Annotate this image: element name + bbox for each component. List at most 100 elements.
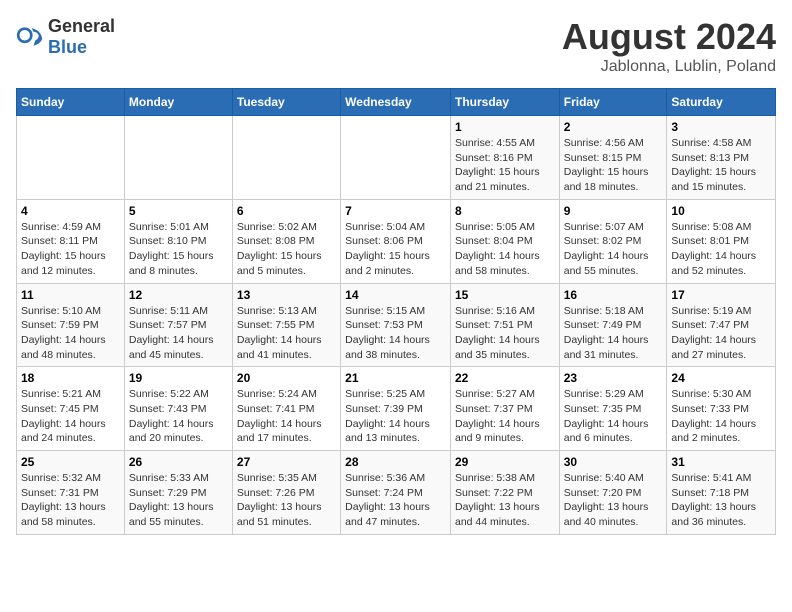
week-row-5: 25 Sunrise: 5:32 AM Sunset: 7:31 PM Dayli…	[17, 451, 776, 535]
day-number: 10	[671, 204, 771, 218]
day-cell	[124, 116, 232, 200]
day-cell: 27 Sunrise: 5:35 AM Sunset: 7:26 PM Dayli…	[232, 451, 340, 535]
day-number: 29	[455, 455, 555, 469]
day-number: 15	[455, 288, 555, 302]
day-number: 14	[345, 288, 446, 302]
day-number: 17	[671, 288, 771, 302]
day-cell: 23 Sunrise: 5:29 AM Sunset: 7:35 PM Dayli…	[559, 367, 667, 451]
day-info: Sunrise: 5:32 AM Sunset: 7:31 PM Dayligh…	[21, 471, 120, 530]
day-number: 19	[129, 371, 228, 385]
day-number: 18	[21, 371, 120, 385]
day-cell: 18 Sunrise: 5:21 AM Sunset: 7:45 PM Dayli…	[17, 367, 125, 451]
day-number: 3	[671, 120, 771, 134]
day-cell	[341, 116, 451, 200]
day-cell: 9 Sunrise: 5:07 AM Sunset: 8:02 PM Daylig…	[559, 199, 667, 283]
weekday-header-tuesday: Tuesday	[232, 89, 340, 116]
day-number: 31	[671, 455, 771, 469]
day-number: 9	[564, 204, 663, 218]
day-number: 6	[237, 204, 336, 218]
day-number: 7	[345, 204, 446, 218]
day-number: 22	[455, 371, 555, 385]
day-info: Sunrise: 5:15 AM Sunset: 7:53 PM Dayligh…	[345, 304, 446, 363]
day-info: Sunrise: 5:29 AM Sunset: 7:35 PM Dayligh…	[564, 387, 663, 446]
day-number: 13	[237, 288, 336, 302]
day-info: Sunrise: 5:10 AM Sunset: 7:59 PM Dayligh…	[21, 304, 120, 363]
day-info: Sunrise: 5:04 AM Sunset: 8:06 PM Dayligh…	[345, 220, 446, 279]
calendar-table: SundayMondayTuesdayWednesdayThursdayFrid…	[16, 88, 776, 535]
day-cell: 5 Sunrise: 5:01 AM Sunset: 8:10 PM Daylig…	[124, 199, 232, 283]
weekday-header-row: SundayMondayTuesdayWednesdayThursdayFrid…	[17, 89, 776, 116]
day-number: 5	[129, 204, 228, 218]
week-row-2: 4 Sunrise: 4:59 AM Sunset: 8:11 PM Daylig…	[17, 199, 776, 283]
day-number: 23	[564, 371, 663, 385]
logo-general: General	[48, 16, 115, 36]
day-cell: 29 Sunrise: 5:38 AM Sunset: 7:22 PM Dayli…	[450, 451, 559, 535]
weekday-header-saturday: Saturday	[667, 89, 776, 116]
day-cell: 19Sunrise: 5:22 AM Sunset: 7:43 PM Dayli…	[124, 367, 232, 451]
day-cell: 30 Sunrise: 5:40 AM Sunset: 7:20 PM Dayli…	[559, 451, 667, 535]
day-info: Sunrise: 4:59 AM Sunset: 8:11 PM Dayligh…	[21, 220, 120, 279]
day-cell: 10 Sunrise: 5:08 AM Sunset: 8:01 PM Dayli…	[667, 199, 776, 283]
week-row-1: 1Sunrise: 4:55 AM Sunset: 8:16 PM Daylig…	[17, 116, 776, 200]
day-cell: 28Sunrise: 5:36 AM Sunset: 7:24 PM Dayli…	[341, 451, 451, 535]
day-info: Sunrise: 4:56 AM Sunset: 8:15 PM Dayligh…	[564, 136, 663, 195]
day-cell: 31 Sunrise: 5:41 AM Sunset: 7:18 PM Dayli…	[667, 451, 776, 535]
day-cell: 25 Sunrise: 5:32 AM Sunset: 7:31 PM Dayli…	[17, 451, 125, 535]
weekday-header-thursday: Thursday	[450, 89, 559, 116]
day-info: Sunrise: 5:40 AM Sunset: 7:20 PM Dayligh…	[564, 471, 663, 530]
day-cell: 2 Sunrise: 4:56 AM Sunset: 8:15 PM Daylig…	[559, 116, 667, 200]
day-cell: 4 Sunrise: 4:59 AM Sunset: 8:11 PM Daylig…	[17, 199, 125, 283]
day-cell: 17 Sunrise: 5:19 AM Sunset: 7:47 PM Dayli…	[667, 283, 776, 367]
day-info: Sunrise: 5:16 AM Sunset: 7:51 PM Dayligh…	[455, 304, 555, 363]
day-number: 4	[21, 204, 120, 218]
day-number: 2	[564, 120, 663, 134]
day-cell: 16Sunrise: 5:18 AM Sunset: 7:49 PM Dayli…	[559, 283, 667, 367]
logo-blue: Blue	[48, 37, 87, 57]
day-info: Sunrise: 5:21 AM Sunset: 7:45 PM Dayligh…	[21, 387, 120, 446]
header: General Blue August 2024 Jablonna, Lubli…	[16, 16, 776, 76]
day-info: Sunrise: 5:41 AM Sunset: 7:18 PM Dayligh…	[671, 471, 771, 530]
logo-text: General Blue	[48, 16, 115, 58]
weekday-header-monday: Monday	[124, 89, 232, 116]
day-cell: 21Sunrise: 5:25 AM Sunset: 7:39 PM Dayli…	[341, 367, 451, 451]
day-number: 26	[129, 455, 228, 469]
weekday-header-friday: Friday	[559, 89, 667, 116]
day-cell: 15 Sunrise: 5:16 AM Sunset: 7:51 PM Dayli…	[450, 283, 559, 367]
day-cell: 11Sunrise: 5:10 AM Sunset: 7:59 PM Dayli…	[17, 283, 125, 367]
month-title: August 2024	[562, 16, 776, 58]
day-info: Sunrise: 5:01 AM Sunset: 8:10 PM Dayligh…	[129, 220, 228, 279]
day-info: Sunrise: 5:13 AM Sunset: 7:55 PM Dayligh…	[237, 304, 336, 363]
day-info: Sunrise: 5:19 AM Sunset: 7:47 PM Dayligh…	[671, 304, 771, 363]
day-info: Sunrise: 5:33 AM Sunset: 7:29 PM Dayligh…	[129, 471, 228, 530]
day-cell: 14 Sunrise: 5:15 AM Sunset: 7:53 PM Dayli…	[341, 283, 451, 367]
weekday-header-wednesday: Wednesday	[341, 89, 451, 116]
day-cell: 26 Sunrise: 5:33 AM Sunset: 7:29 PM Dayli…	[124, 451, 232, 535]
logo: General Blue	[16, 16, 115, 58]
day-number: 27	[237, 455, 336, 469]
title-area: August 2024 Jablonna, Lublin, Poland	[562, 16, 776, 76]
day-info: Sunrise: 5:05 AM Sunset: 8:04 PM Dayligh…	[455, 220, 555, 279]
day-cell: 20Sunrise: 5:24 AM Sunset: 7:41 PM Dayli…	[232, 367, 340, 451]
day-info: Sunrise: 5:35 AM Sunset: 7:26 PM Dayligh…	[237, 471, 336, 530]
day-cell: 13 Sunrise: 5:13 AM Sunset: 7:55 PM Dayli…	[232, 283, 340, 367]
day-cell: 7 Sunrise: 5:04 AM Sunset: 8:06 PM Daylig…	[341, 199, 451, 283]
day-info: Sunrise: 5:08 AM Sunset: 8:01 PM Dayligh…	[671, 220, 771, 279]
day-number: 16	[564, 288, 663, 302]
day-info: Sunrise: 5:02 AM Sunset: 8:08 PM Dayligh…	[237, 220, 336, 279]
logo-icon	[16, 23, 44, 51]
day-cell: 24Sunrise: 5:30 AM Sunset: 7:33 PM Dayli…	[667, 367, 776, 451]
day-number: 12	[129, 288, 228, 302]
day-info: Sunrise: 5:36 AM Sunset: 7:24 PM Dayligh…	[345, 471, 446, 530]
day-cell: 1Sunrise: 4:55 AM Sunset: 8:16 PM Daylig…	[450, 116, 559, 200]
day-cell: 3 Sunrise: 4:58 AM Sunset: 8:13 PM Daylig…	[667, 116, 776, 200]
day-info: Sunrise: 4:58 AM Sunset: 8:13 PM Dayligh…	[671, 136, 771, 195]
weekday-header-sunday: Sunday	[17, 89, 125, 116]
day-number: 25	[21, 455, 120, 469]
day-cell: 12Sunrise: 5:11 AM Sunset: 7:57 PM Dayli…	[124, 283, 232, 367]
day-info: Sunrise: 5:38 AM Sunset: 7:22 PM Dayligh…	[455, 471, 555, 530]
day-number: 30	[564, 455, 663, 469]
day-info: Sunrise: 4:55 AM Sunset: 8:16 PM Dayligh…	[455, 136, 555, 195]
day-number: 24	[671, 371, 771, 385]
week-row-3: 11Sunrise: 5:10 AM Sunset: 7:59 PM Dayli…	[17, 283, 776, 367]
day-info: Sunrise: 5:07 AM Sunset: 8:02 PM Dayligh…	[564, 220, 663, 279]
